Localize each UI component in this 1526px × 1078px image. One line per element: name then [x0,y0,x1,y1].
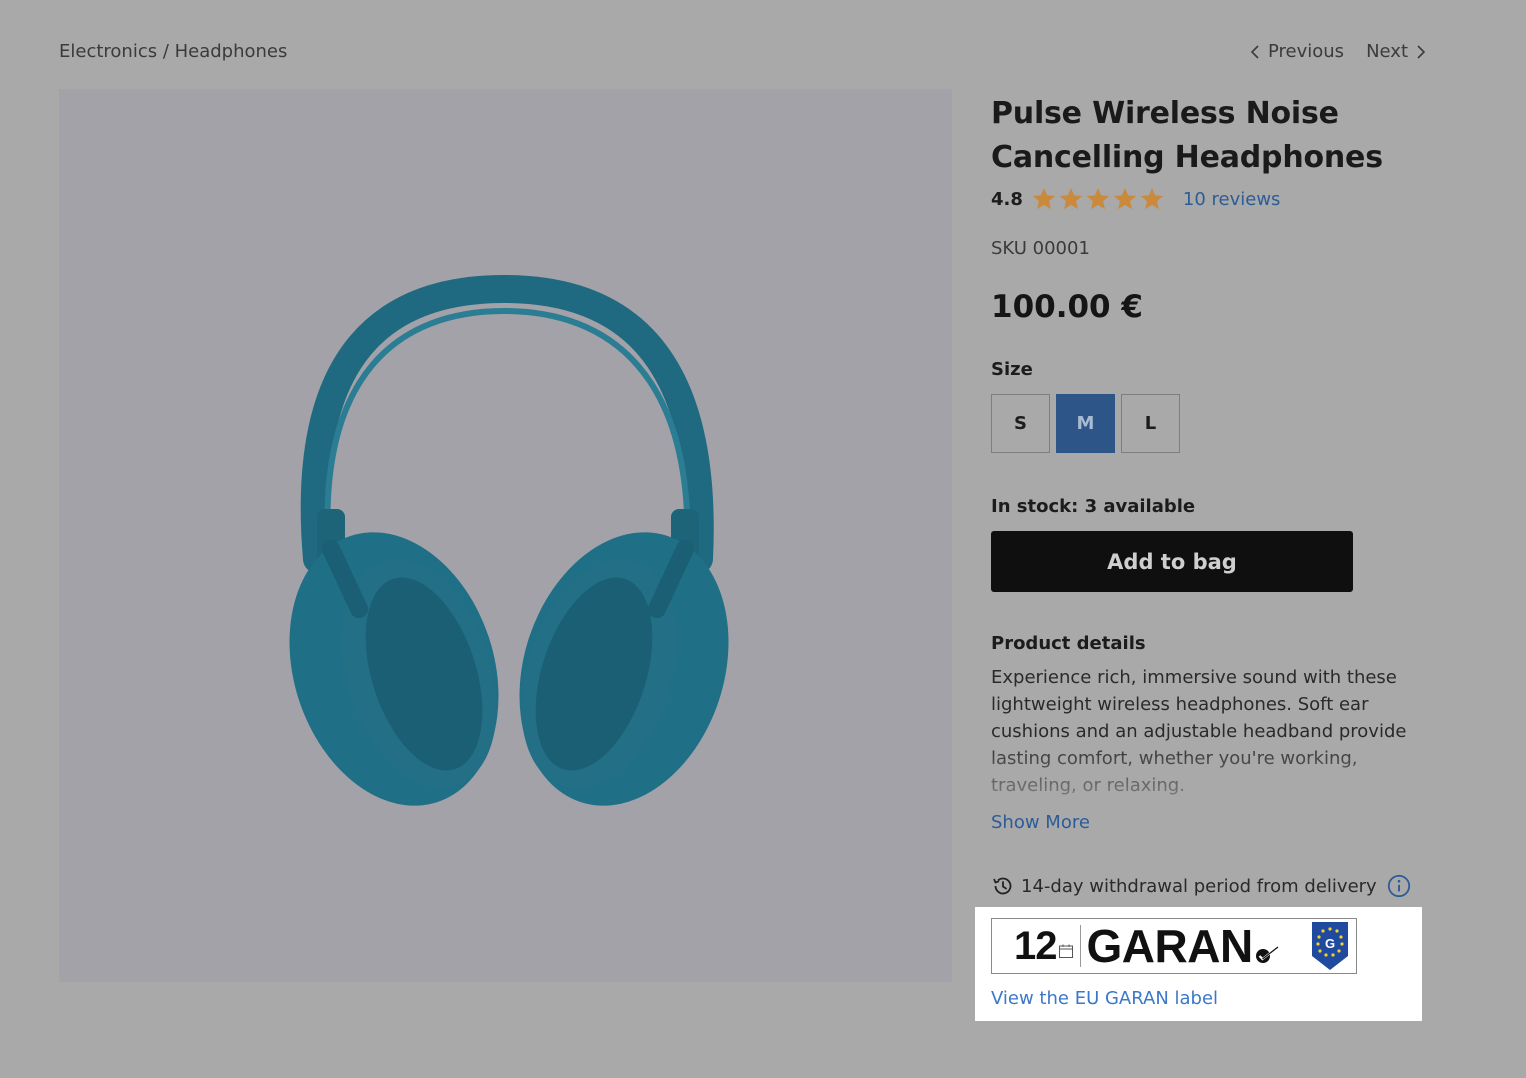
size-label: Size [991,359,1033,380]
previous-button[interactable]: Previous [1250,41,1344,62]
history-icon [993,877,1012,895]
garan-months: 12 [1014,923,1057,968]
chevron-left-icon [1250,44,1259,59]
product-title: Pulse Wireless Noise Cancelling Headphon… [991,92,1431,180]
rating-row: 4.8 10 reviews [991,186,1280,212]
withdrawal-text: 14-day withdrawal period from delivery [1021,875,1377,897]
star-icon [1032,187,1056,210]
garan-word: GARAN [1086,920,1254,972]
product-title-line1: Pulse Wireless Noise [991,96,1339,131]
show-more-link[interactable]: Show More [991,812,1090,833]
add-to-bag-button[interactable]: Add to bag [991,531,1353,592]
stock-status: In stock: 3 available [991,496,1196,517]
calendar-icon [1058,944,1073,958]
size-option-s[interactable]: S [991,394,1050,453]
reviews-link[interactable]: 10 reviews [1183,189,1281,210]
product-details-heading: Product details [991,633,1146,654]
next-button[interactable]: Next [1366,41,1426,62]
headphones-image [289,274,729,806]
product-image[interactable] [59,89,952,982]
product-title-line2: Cancelling Headphones [991,140,1383,175]
checkmark-icon [1255,946,1279,963]
size-selector: S M L [991,394,1180,453]
product-info-panel: Pulse Wireless Noise Cancelling Headphon… [991,92,1431,898]
svg-text:G: G [1325,936,1335,951]
chevron-right-icon [1417,44,1426,59]
price: 100.00 € [991,289,1143,325]
star-icon [1086,187,1110,210]
garan-panel: 12 GARAN G View the EU GARAN label [975,907,1422,1021]
star-icon [1140,187,1164,210]
view-eu-garan-label-link[interactable]: View the EU GARAN label [991,988,1218,1009]
size-option-m[interactable]: M [1056,394,1115,453]
rating-value: 4.8 [991,188,1023,210]
star-icon [1113,187,1137,210]
star-icon [1059,187,1083,210]
garan-divider [1079,925,1081,967]
withdrawal-info: 14-day withdrawal period from delivery [991,874,1411,898]
next-label: Next [1366,41,1408,62]
garan-label-badge[interactable]: 12 GARAN G [991,918,1357,974]
previous-label: Previous [1267,41,1345,62]
size-option-l[interactable]: L [1121,394,1180,453]
product-details-text: Experience rich, immersive sound with th… [991,667,1407,796]
product-pager: Previous Next [1250,41,1426,62]
info-icon[interactable] [1387,874,1411,898]
breadcrumb[interactable]: Electronics / Headphones [59,41,287,62]
sku: SKU 00001 [991,238,1090,259]
eu-shield-icon: G [1312,922,1348,970]
star-rating [1031,186,1165,212]
